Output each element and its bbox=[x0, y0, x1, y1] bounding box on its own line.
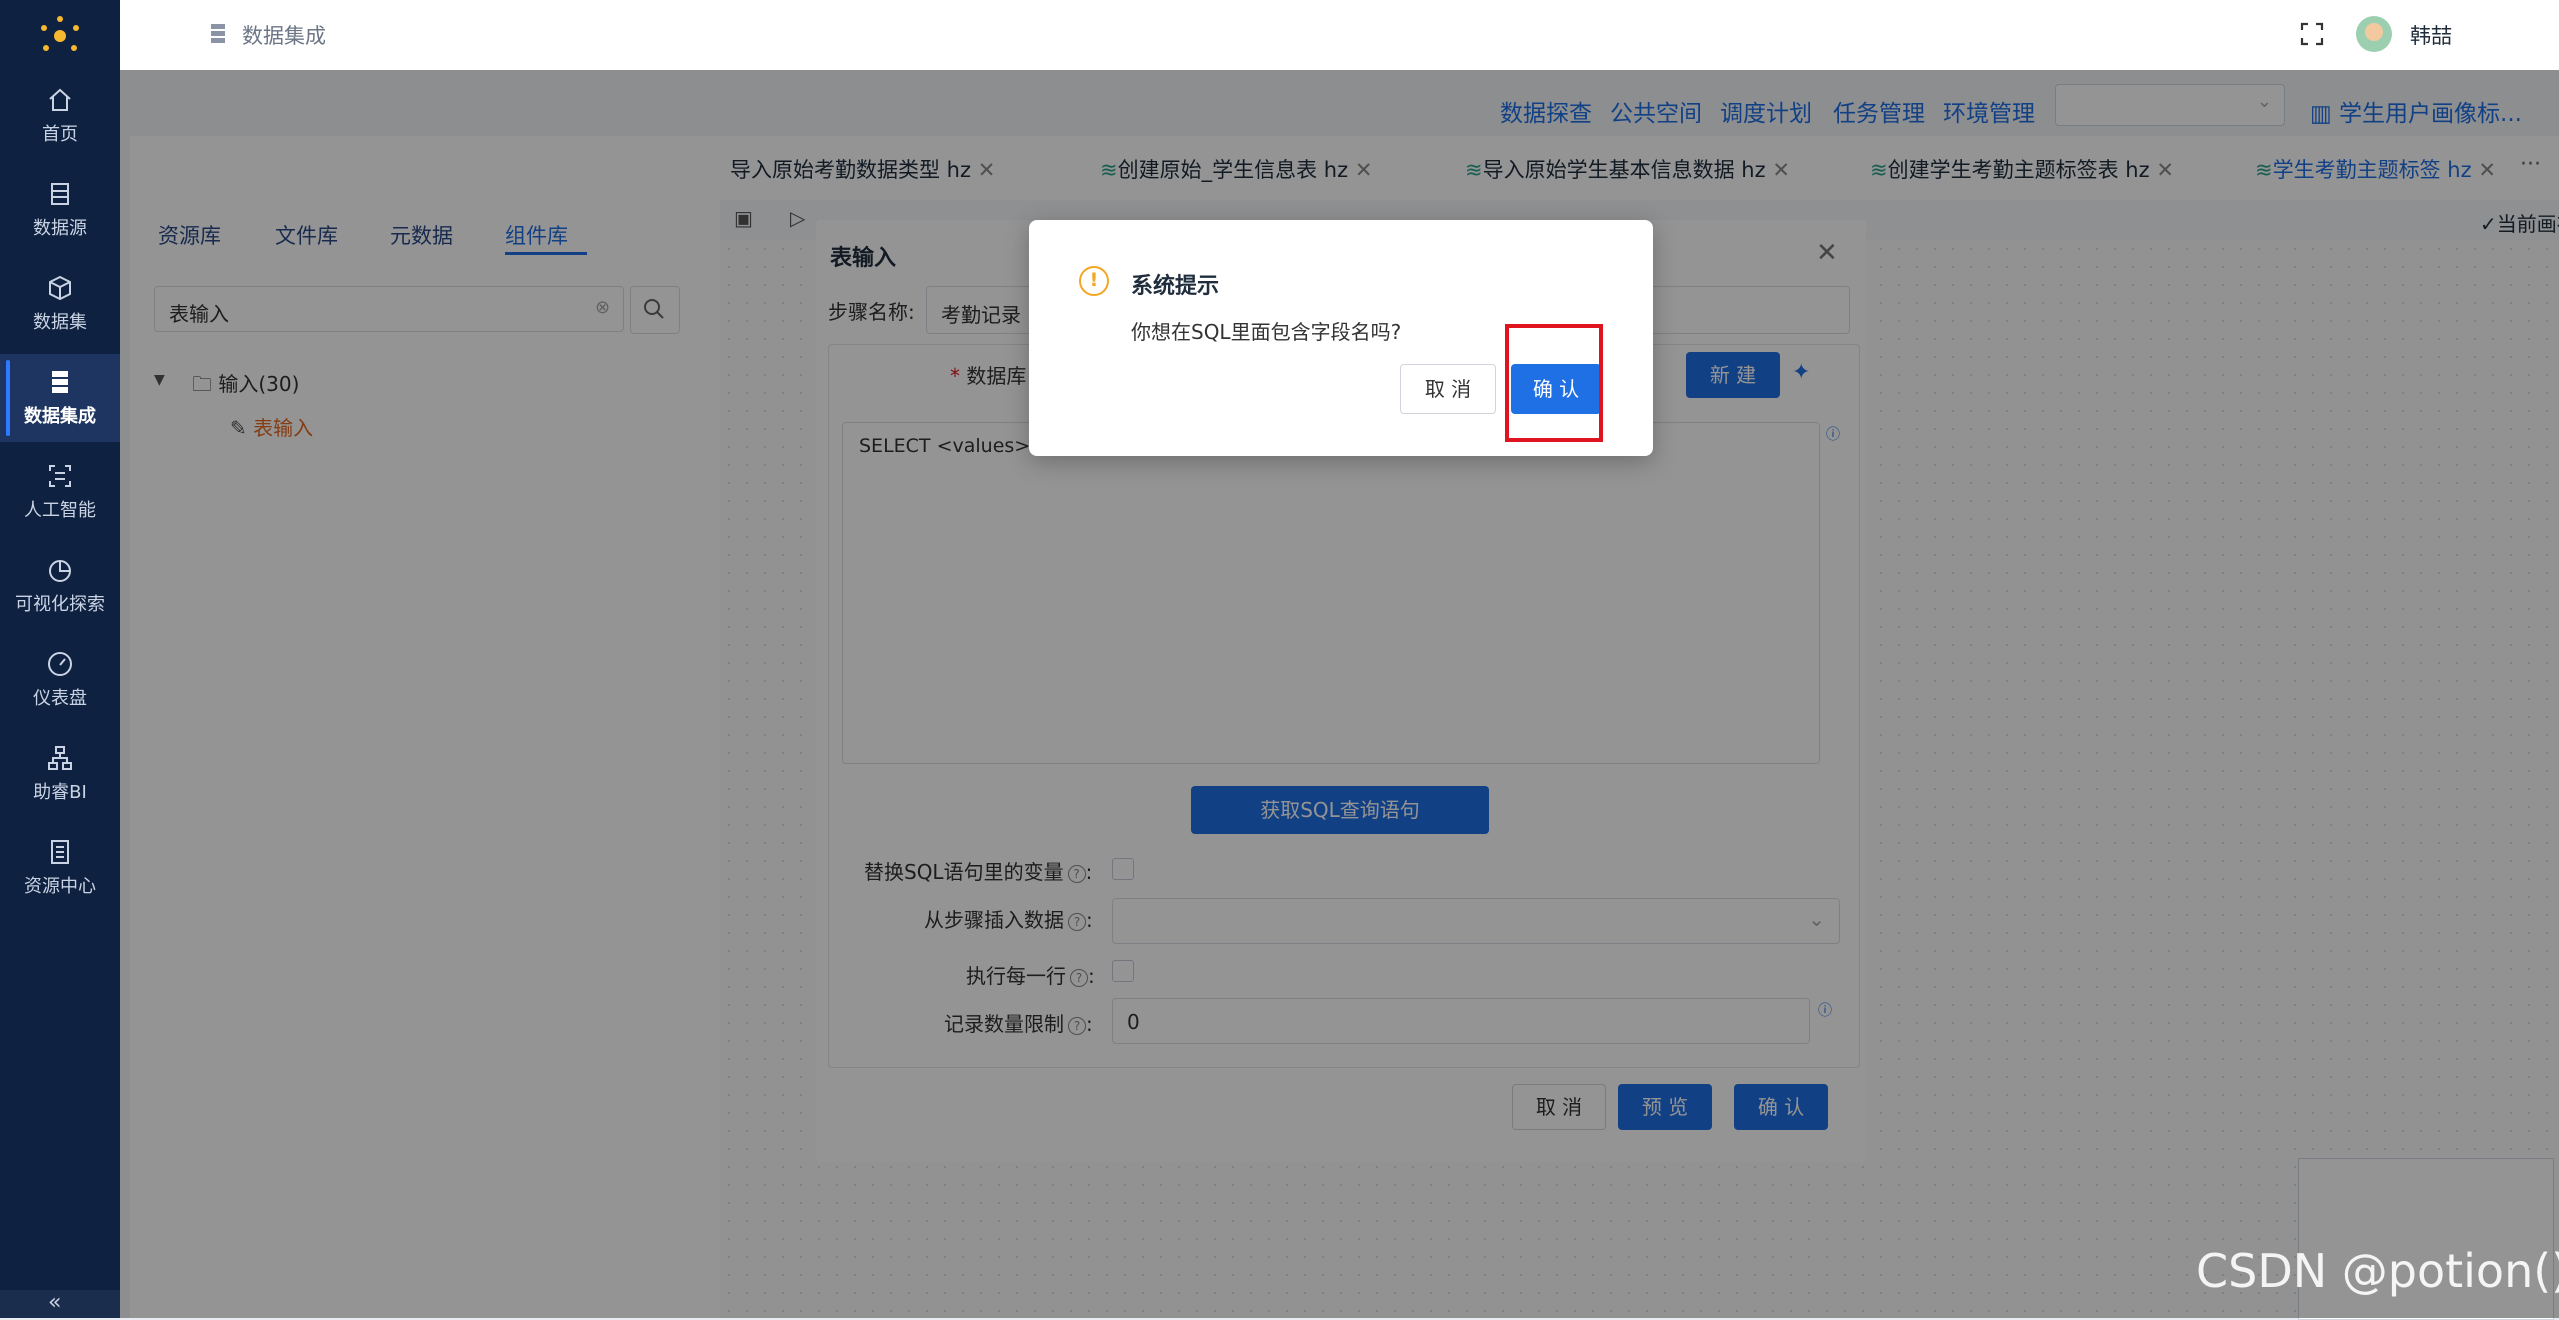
highlight-box bbox=[1505, 324, 1603, 442]
pie-chart-icon bbox=[49, 560, 71, 582]
nav-dataset[interactable]: 数据集 bbox=[0, 260, 120, 348]
org-chart-icon bbox=[48, 746, 72, 770]
nav-data-integration[interactable]: 数据集成 bbox=[0, 354, 120, 442]
nav-visual-explore[interactable]: 可视化探索 bbox=[0, 542, 120, 630]
nav-label: 资源中心 bbox=[24, 876, 96, 897]
prompt-message: 你想在SQL里面包含字段名吗? bbox=[1131, 320, 1402, 344]
fullscreen-icon[interactable] bbox=[2300, 22, 2324, 46]
prompt-title: 系统提示 bbox=[1131, 274, 1220, 299]
app-logo-icon[interactable] bbox=[38, 14, 82, 58]
top-header: 数据集成 韩喆 bbox=[120, 0, 2559, 71]
nav-label: 首页 bbox=[42, 124, 78, 145]
user-name[interactable]: 韩喆 bbox=[2410, 20, 2452, 50]
nav-datasource[interactable]: 数据源 bbox=[0, 166, 120, 254]
sidebar: 首页 数据源 数据集 数据集成 人工智能 可视化探索 仪表盘 助睿BI 资源中心… bbox=[0, 0, 120, 1318]
nav-label: 人工智能 bbox=[24, 500, 96, 521]
nav-home[interactable]: 首页 bbox=[0, 72, 120, 160]
database-icon bbox=[51, 183, 69, 205]
server-icon bbox=[52, 371, 68, 393]
nav-bi[interactable]: 助睿BI bbox=[0, 730, 120, 818]
collapse-button[interactable]: « bbox=[0, 1290, 120, 1318]
nav-ai[interactable]: 人工智能 bbox=[0, 448, 120, 536]
nav-label: 数据集成 bbox=[24, 406, 96, 427]
folder-stack-icon bbox=[51, 840, 69, 864]
home-icon bbox=[49, 88, 71, 111]
menu-icon[interactable] bbox=[210, 22, 226, 44]
watermark: CSDN @potion() bbox=[2196, 1244, 2559, 1298]
nav-dashboard[interactable]: 仪表盘 bbox=[0, 636, 120, 724]
prompt-cancel-button[interactable]: 取 消 bbox=[1400, 364, 1496, 414]
collapse-icon: « bbox=[48, 1290, 62, 1315]
cube-icon bbox=[49, 275, 71, 301]
nav-label: 助睿BI bbox=[33, 782, 87, 803]
ai-scan-icon bbox=[49, 465, 71, 487]
system-prompt-dialog: ! 系统提示 你想在SQL里面包含字段名吗? 取 消 确 认 bbox=[1029, 220, 1653, 456]
nav-label: 可视化探索 bbox=[15, 594, 105, 615]
breadcrumb: 数据集成 bbox=[242, 24, 326, 48]
nav-label: 仪表盘 bbox=[33, 688, 87, 709]
nav-label: 数据集 bbox=[33, 312, 87, 333]
gauge-icon bbox=[48, 652, 72, 676]
warning-icon: ! bbox=[1079, 266, 1109, 296]
nav-label: 数据源 bbox=[33, 218, 87, 239]
avatar[interactable] bbox=[2356, 16, 2392, 52]
nav-resource-center[interactable]: 资源中心 bbox=[0, 824, 120, 912]
